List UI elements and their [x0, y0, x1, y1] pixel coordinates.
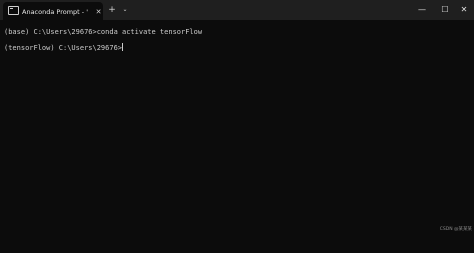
terminal-window: Anaconda Prompt - "C:\Progr ✕ + ⌄ — ☐ ✕ … — [0, 0, 474, 253]
title-bar: Anaconda Prompt - "C:\Progr ✕ + ⌄ — ☐ ✕ — [0, 0, 474, 20]
terminal-prompt-text: (tensorFlow) C:\Users\29676> — [4, 44, 123, 52]
terminal-output[interactable]: (base) C:\Users\29676>conda activate ten… — [0, 20, 474, 253]
new-tab-button[interactable]: + — [107, 4, 117, 16]
close-window-button[interactable]: ✕ — [452, 0, 474, 20]
terminal-line: (base) C:\Users\29676>conda activate ten… — [4, 27, 202, 37]
watermark: CSDN @某某某 — [439, 227, 472, 232]
tab-dropdown-icon[interactable]: ⌄ — [120, 4, 130, 16]
close-tab-icon[interactable]: ✕ — [94, 6, 103, 18]
text-cursor — [122, 43, 124, 51]
terminal-line-text: (base) C:\Users\29676>conda activate ten… — [4, 28, 203, 36]
terminal-prompt-line: (tensorFlow) C:\Users\29676> — [4, 43, 124, 53]
tab-title: Anaconda Prompt - "C:\Progr — [22, 8, 88, 16]
active-tab[interactable]: Anaconda Prompt - "C:\Progr ✕ — [3, 2, 103, 20]
terminal-icon — [8, 6, 19, 15]
minimize-button[interactable]: — — [410, 0, 434, 20]
